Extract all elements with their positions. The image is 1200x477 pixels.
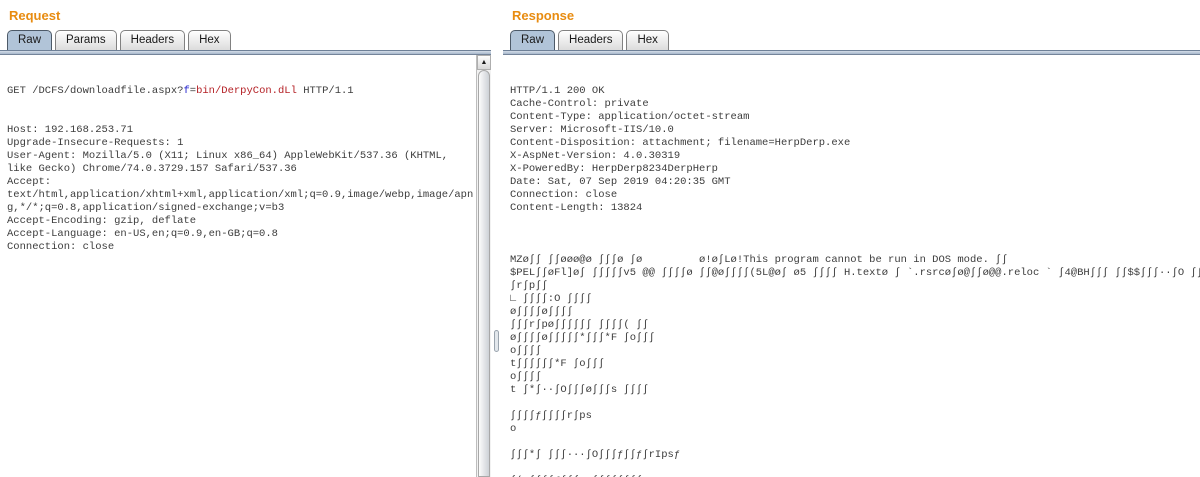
- request-panel: Request Raw Params Headers Hex GET /DCFS…: [0, 0, 491, 477]
- request-raw-text[interactable]: GET /DCFS/downloadfile.aspx?f=bin/DerpyC…: [0, 55, 476, 477]
- text-line: X-PoweredBy: HerpDerp8234DerpHerp: [510, 163, 1198, 176]
- text-line: Connection: close: [7, 241, 474, 254]
- response-panel-title: Response: [512, 8, 1200, 23]
- request-content-wrap: GET /DCFS/downloadfile.aspx?f=bin/DerpyC…: [0, 55, 491, 477]
- text-line: ∟ ∫∫∫∫:O ∫∫∫∫: [510, 293, 1198, 306]
- text-line: Upgrade-Insecure-Requests: 1: [7, 137, 474, 150]
- text-line: Content-Length: 13824: [510, 202, 1198, 215]
- text-line: ∫r∫p∫∫: [510, 280, 1198, 293]
- request-scrollbar-thumb[interactable]: [478, 70, 490, 477]
- tab-request-hex[interactable]: Hex: [188, 30, 230, 50]
- request-response-split: Request Raw Params Headers Hex GET /DCFS…: [0, 0, 1200, 477]
- response-content-wrap: HTTP/1.1 200 OKCache-Control: privateCon…: [503, 55, 1200, 477]
- scroll-up-arrow-icon: ▲: [481, 59, 488, 66]
- text-line: ∫∫∫r∫pø∫∫∫∫∫∫ ∫∫∫∫( ∫∫: [510, 319, 1198, 332]
- text-line: MZø∫∫ ∫∫øøø@ø ∫∫∫ø ∫ø ø!ø∫Lø!This progra…: [510, 254, 1198, 267]
- tab-response-hex[interactable]: Hex: [626, 30, 668, 50]
- text-line: o: [510, 423, 1198, 436]
- text-line: Accept-Encoding: gzip, deflate: [7, 215, 474, 228]
- text-line: t∫∫∫∫∫∫*F ∫o∫∫∫: [510, 358, 1198, 371]
- request-protocol: HTTP/1.1: [297, 85, 354, 97]
- text-line: o∫∫∫∫: [510, 371, 1198, 384]
- text-line: [510, 215, 1198, 228]
- tab-response-headers[interactable]: Headers: [558, 30, 623, 50]
- request-param-value: bin/DerpyCon.dLl: [196, 85, 297, 97]
- text-line: ø∫∫∫∫ø∫∫∫∫: [510, 306, 1198, 319]
- divider-grip-icon: [494, 330, 499, 352]
- text-line: [510, 397, 1198, 410]
- text-line: Connection: close: [510, 189, 1198, 202]
- text-line: X-AspNet-Version: 4.0.30319: [510, 150, 1198, 163]
- tab-request-headers[interactable]: Headers: [120, 30, 185, 50]
- response-raw-text[interactable]: HTTP/1.1 200 OKCache-Control: privateCon…: [503, 55, 1200, 477]
- text-line: o∫∫∫∫: [510, 345, 1198, 358]
- text-line: t ∫*∫··∫O∫∫∫ø∫∫∫s ∫∫∫∫: [510, 384, 1198, 397]
- request-scrollbar[interactable]: ▲: [476, 55, 491, 477]
- text-line: Content-Type: application/octet-stream: [510, 111, 1198, 124]
- text-line: ∫∫∫*∫ ∫∫∫···∫O∫∫∫ƒ∫∫ƒ∫rIpsƒ: [510, 449, 1198, 462]
- split-divider[interactable]: [491, 0, 503, 477]
- text-line: HTTP/1.1 200 OK: [510, 85, 1198, 98]
- text-line: User-Agent: Mozilla/5.0 (X11; Linux x86_…: [7, 150, 474, 163]
- text-line: Content-Disposition: attachment; filenam…: [510, 137, 1198, 150]
- text-line: Date: Sat, 07 Sep 2019 04:20:35 GMT: [510, 176, 1198, 189]
- text-line: g,*/*;q=0.8,application/signed-exchange;…: [7, 202, 474, 215]
- text-line: Server: Microsoft-IIS/10.0: [510, 124, 1198, 137]
- tab-request-params[interactable]: Params: [55, 30, 117, 50]
- request-method-path: GET /DCFS/downloadfile.aspx?: [7, 85, 183, 97]
- request-panel-title: Request: [9, 8, 491, 23]
- request-tab-bar: Raw Params Headers Hex: [0, 28, 491, 50]
- scroll-up-button[interactable]: ▲: [477, 55, 491, 70]
- tab-request-raw[interactable]: Raw: [7, 30, 52, 50]
- tab-response-raw[interactable]: Raw: [510, 30, 555, 50]
- response-panel: Response Raw Headers Hex HTTP/1.1 200 OK…: [503, 0, 1200, 477]
- text-line: $PEL∫∫øFl]ø∫ ∫∫∫∫∫v5 @@ ∫∫∫∫ø ∫∫@ø∫∫∫∫(5…: [510, 267, 1198, 280]
- text-line: text/html,application/xhtml+xml,applicat…: [7, 189, 474, 202]
- text-line: [510, 436, 1198, 449]
- text-line: Accept:: [7, 176, 474, 189]
- response-tab-bar: Raw Headers Hex: [503, 28, 1200, 50]
- request-line: GET /DCFS/downloadfile.aspx?f=bin/DerpyC…: [7, 85, 474, 98]
- text-line: Cache-Control: private: [510, 98, 1198, 111]
- text-line: ∫∫∫∫ƒ∫∫∫∫r∫ps: [510, 410, 1198, 423]
- text-line: like Gecko) Chrome/74.0.3729.157 Safari/…: [7, 163, 474, 176]
- text-line: ø∫∫∫∫ø∫∫∫∫∫*∫∫∫*F ∫o∫∫∫: [510, 332, 1198, 345]
- text-line: Host: 192.168.253.71: [7, 124, 474, 137]
- text-line: [510, 462, 1198, 475]
- text-line: Accept-Language: en-US,en;q=0.9,en-GB;q=…: [7, 228, 474, 241]
